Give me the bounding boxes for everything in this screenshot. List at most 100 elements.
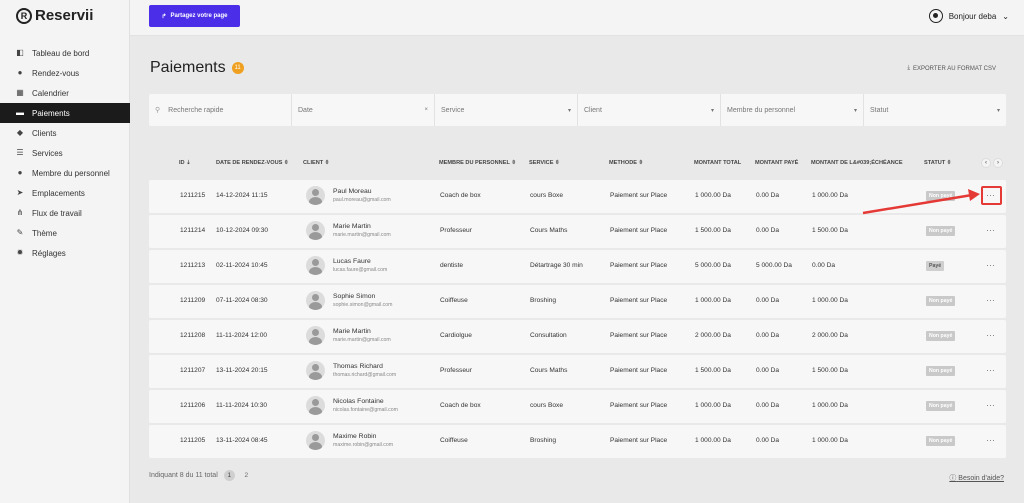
help-icon: ⓘ	[949, 475, 957, 482]
user-menu[interactable]: Bonjour deba ⌄	[928, 9, 1009, 23]
page-button-2[interactable]: 2	[241, 470, 252, 481]
column-header-status[interactable]: STATUT ⇳	[924, 160, 951, 166]
column-header-id[interactable]: ID ⇣	[179, 160, 191, 166]
table-row[interactable]: 1211208 11-11-2024 12:00 Cardiolgue Consult…	[149, 320, 1006, 353]
avatar	[306, 186, 325, 205]
more-actions-icon[interactable]: ···	[986, 295, 995, 305]
cell-total: 1 000.00 Da	[695, 402, 731, 409]
client-cell[interactable]: Marie Martin marie.martin@gmail.com	[306, 326, 391, 345]
table-row[interactable]: 1211213 02-11-2024 10:45 dentiste Détartrag…	[149, 250, 1006, 283]
table-row[interactable]: 1211205 13-11-2024 08:45 Coiffeuse Broshing…	[149, 425, 1006, 458]
cell-date: 10-12-2024 09:30	[216, 227, 269, 234]
column-header-client[interactable]: CLIENT ⇳	[303, 160, 329, 166]
scroll-right-button[interactable]: ›	[993, 158, 1003, 168]
cell-paid: 0.00 Da	[756, 367, 780, 374]
clear-icon[interactable]: ×	[424, 107, 428, 113]
logo[interactable]: R Reservii	[16, 7, 93, 24]
client-cell[interactable]: Thomas Richard thomas.richard@gmail.com	[306, 361, 396, 380]
client-email: marie.martin@gmail.com	[333, 232, 391, 238]
more-actions-icon[interactable]: ···	[986, 260, 995, 270]
service-filter[interactable]: Service ▾	[435, 94, 578, 126]
avatar	[306, 431, 325, 450]
sidebar-item-services[interactable]: ☰ Services	[0, 143, 130, 163]
sidebar-item-theme[interactable]: ✎ Thème	[0, 223, 130, 243]
cell-date: 11-11-2024 12:00	[216, 332, 268, 339]
cell-staff: Coach de box	[440, 402, 481, 409]
client-filter[interactable]: Client ▾	[578, 94, 721, 126]
sidebar-item-membre-du-personnel[interactable]: ● Membre du personnel	[0, 163, 130, 183]
chevron-down-icon: ⌄	[1002, 11, 1009, 21]
cell-date: 14-12-2024 11:15	[216, 192, 268, 199]
sidebar-item-clients[interactable]: ◆ Clients	[0, 123, 130, 143]
client-name: Maxime Robin	[333, 433, 377, 440]
column-header-method[interactable]: METHODE ⇳	[609, 160, 643, 166]
client-cell[interactable]: Marie Martin marie.martin@gmail.com	[306, 221, 391, 240]
table-row[interactable]: 1211207 13-11-2024 20:15 Professeur Cours M…	[149, 355, 1006, 388]
avatar	[306, 256, 325, 275]
status-filter[interactable]: Statut ▾	[864, 94, 1006, 126]
share-page-button[interactable]: ↱ Partagez votre page	[149, 5, 240, 27]
date-filter[interactable]: Date ×	[292, 94, 435, 126]
client-cell[interactable]: Nicolas Fontaine nicolas.fontaine@gmail.c…	[306, 396, 398, 415]
sidebar-item-flux-de-travail[interactable]: ⋔ Flux de travail	[0, 203, 130, 223]
sidebar-item-emplacements[interactable]: ➤ Emplacements	[0, 183, 130, 203]
cell-method: Paiement sur Place	[610, 192, 668, 199]
client-filter-label: Client	[584, 106, 602, 114]
cell-total: 5 000.00 Da	[695, 262, 731, 269]
annotation-arrow-icon	[862, 189, 980, 215]
sidebar-item-label: Flux de travail	[32, 208, 82, 218]
clock-icon: ●	[17, 68, 23, 77]
staff-filter[interactable]: Membre du personnel ▾	[721, 94, 864, 126]
help-link[interactable]: ⓘ Besoin d'aide?	[949, 473, 1004, 483]
cell-staff: Coiffeuse	[440, 437, 468, 444]
more-actions-icon[interactable]: ···	[986, 365, 995, 375]
table-row[interactable]: 1211209 07-11-2024 08:30 Coiffeuse Broshing…	[149, 285, 1006, 318]
cell-paid: 0.00 Da	[756, 297, 780, 304]
sidebar-item-rendez-vous[interactable]: ● Rendez-vous	[0, 63, 130, 83]
sidebar-item-paiements[interactable]: ▬ Paiements	[0, 103, 130, 123]
pagination: Indiquant 8 du 11 total 1 2	[149, 470, 252, 481]
cell-total: 1 000.00 Da	[695, 437, 731, 444]
client-cell[interactable]: Sophie Simon sophie.simon@gmail.com	[306, 291, 392, 310]
sidebar-item-reglages[interactable]: ✹ Réglages	[0, 243, 130, 263]
more-actions-icon[interactable]: ···	[986, 435, 995, 445]
sidebar-item-label: Tableau de bord	[32, 48, 90, 58]
cell-date: 07-11-2024 08:30	[216, 297, 268, 304]
cell-method: Paiement sur Place	[610, 297, 668, 304]
cell-total: 1 000.00 Da	[695, 297, 731, 304]
gear-icon: ✹	[16, 248, 24, 257]
client-cell[interactable]: Lucas Faure lucas.faure@gmail.com	[306, 256, 387, 275]
client-name: Paul Moreau	[333, 188, 372, 195]
scroll-left-button[interactable]: ‹	[981, 158, 991, 168]
column-header-date[interactable]: DATE DE RENDEZ-VOUS ⇳	[216, 160, 289, 166]
search-input[interactable]: ⚲ Recherche rapide	[149, 94, 292, 126]
avatar	[306, 326, 325, 345]
client-cell[interactable]: Maxime Robin maxime.robin@gmail.com	[306, 431, 393, 450]
table-row[interactable]: 1211206 11-11-2024 10:30 Coach de box cours…	[149, 390, 1006, 423]
column-header-staff[interactable]: MEMBRE DU PERSONNEL ⇳	[439, 160, 516, 166]
cell-due: 1 500.00 Da	[812, 367, 848, 374]
sidebar-item-label: Clients	[32, 128, 57, 138]
cell-id: 1211213	[180, 262, 206, 269]
cell-id: 1211209	[180, 297, 206, 304]
more-actions-icon[interactable]: ···	[986, 330, 995, 340]
export-csv-button[interactable]: ⤓ EXPORTER AU FORMAT CSV	[907, 65, 996, 72]
sidebar: R Reservii ◧ Tableau de bord ● Rendez-vous…	[0, 0, 130, 503]
sidebar-item-tableau-de-bord[interactable]: ◧ Tableau de bord	[0, 43, 130, 63]
sidebar-item-label: Réglages	[32, 248, 66, 258]
count-badge: 11	[231, 62, 244, 74]
page-title: Paiements 11	[150, 59, 244, 77]
column-header-service[interactable]: SERVICE ⇳	[529, 160, 560, 166]
page-button-1[interactable]: 1	[223, 470, 235, 481]
brush-icon: ✎	[16, 228, 24, 237]
more-actions-icon[interactable]: ···	[986, 225, 995, 235]
cell-id: 1211208	[180, 332, 206, 339]
sidebar-item-calendrier[interactable]: ▦ Calendrier	[0, 83, 130, 103]
status-badge: Non payé	[926, 366, 956, 376]
more-actions-icon[interactable]: ···	[986, 400, 995, 410]
cell-date: 11-11-2024 10:30	[216, 402, 268, 409]
cell-due: 1 000.00 Da	[812, 437, 848, 444]
cell-service: cours Boxe	[530, 192, 563, 199]
cell-method: Paiement sur Place	[610, 227, 668, 234]
client-cell[interactable]: Paul Moreau paul.moreau@gmail.com	[306, 186, 391, 205]
